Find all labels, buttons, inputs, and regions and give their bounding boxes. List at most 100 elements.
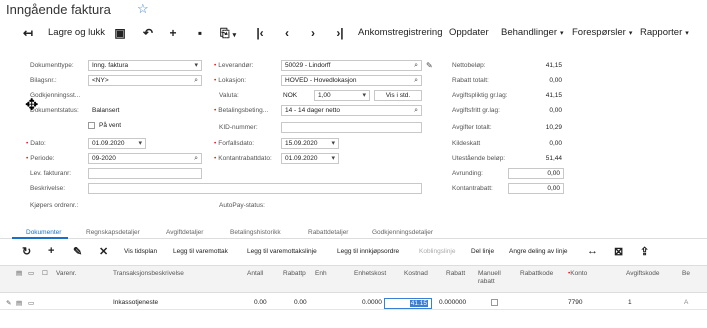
- undo-icon[interactable]: ↶: [140, 24, 156, 42]
- ref-number-input[interactable]: <NY> ⌕: [88, 75, 202, 86]
- move-cursor-icon: ✥: [25, 97, 39, 114]
- cash-disc-date-input[interactable]: 01.09.2020 ▾: [281, 153, 339, 164]
- col-account[interactable]: •Konto: [568, 270, 587, 278]
- row-edit-icon[interactable]: ✎: [6, 299, 11, 307]
- edit-row-icon[interactable]: ✎: [73, 245, 82, 258]
- show-schedule-button[interactable]: Vis tidsplan: [124, 248, 157, 255]
- split-line-button[interactable]: Del linje: [471, 248, 494, 255]
- due-date-input[interactable]: 15.09.2020 ▾: [281, 138, 339, 149]
- back-arrow-icon[interactable]: ↤: [20, 24, 36, 42]
- vendor-ref-input[interactable]: [88, 168, 202, 179]
- tax-total-value: 10,29: [545, 124, 562, 131]
- add-receipt-line-button[interactable]: Legg til varemottakslinje: [247, 248, 317, 255]
- row-files-icon[interactable]: ▤: [16, 299, 22, 307]
- save-icon[interactable]: ▣: [112, 24, 128, 42]
- col-manual-discount[interactable]: Manuell rabatt: [478, 270, 506, 286]
- copy-paste-icon[interactable]: ⎘ ▾: [220, 24, 236, 42]
- reports-menu[interactable]: Rapporter ▾: [640, 24, 689, 42]
- col-quantity[interactable]: Antall: [247, 270, 263, 278]
- save-close-button[interactable]: Lagre og lukk: [48, 24, 105, 42]
- first-record-icon[interactable]: |‹: [252, 24, 268, 42]
- vendor-ref-label: Lev. fakturanr:: [30, 170, 72, 177]
- period-label: • Periode:: [26, 155, 55, 162]
- kid-number-input[interactable]: [281, 122, 422, 133]
- tab-discount-details[interactable]: Rabattdetaljer: [308, 229, 348, 236]
- col-discount-pct[interactable]: Rabattp: [283, 270, 306, 278]
- on-hold-checkbox[interactable]: [88, 122, 95, 129]
- undo-split-button[interactable]: Angre deling av linje: [509, 248, 568, 255]
- upload-icon[interactable]: ⇪: [640, 245, 649, 258]
- previous-record-icon[interactable]: ‹: [279, 24, 295, 42]
- search-icon[interactable]: ⌕: [414, 61, 418, 70]
- tab-approval-details[interactable]: Godkjenningsdetaljer: [372, 229, 433, 236]
- cell-more[interactable]: A: [684, 299, 688, 306]
- tab-accounting-details[interactable]: Regnskapsdetaljer: [86, 229, 140, 236]
- update-button[interactable]: Oppdater: [449, 24, 489, 42]
- chevron-down-icon: ▾: [685, 30, 689, 37]
- col-description[interactable]: Transaksjonsbeskrivelse: [113, 270, 184, 278]
- link-line-button[interactable]: Koblingslinje: [419, 248, 456, 255]
- col-discount-amount[interactable]: Rabatt: [446, 270, 465, 278]
- exchange-rate-select[interactable]: 1,00 ▾: [314, 90, 370, 101]
- search-icon[interactable]: ⌕: [414, 106, 418, 115]
- cell-manual-discount-checkbox[interactable]: [491, 299, 498, 306]
- cash-discount-label: Kontantrabatt:: [452, 185, 493, 192]
- terms-input[interactable]: 14 - 14 dager netto ⌕: [281, 105, 422, 116]
- add-row-icon[interactable]: +: [48, 245, 54, 257]
- refresh-icon[interactable]: ↻: [22, 245, 31, 258]
- cash-discount-input[interactable]: 0,00: [508, 183, 564, 194]
- edit-pencil-icon[interactable]: ✎: [426, 61, 433, 70]
- buyer-order-label: Kjøpers ordrenr.:: [30, 202, 79, 209]
- col-uom[interactable]: Enh: [315, 270, 327, 278]
- cell-discount-amount[interactable]: 0.000000: [439, 299, 466, 306]
- taxable-value: 41,15: [545, 92, 562, 99]
- date-input[interactable]: 01.09.2020 ▾: [88, 138, 146, 149]
- files-column-icon: ▤: [16, 270, 23, 277]
- add-po-button[interactable]: Legg til innkjøpsordre: [337, 248, 399, 255]
- period-input[interactable]: 09-2020 ⌕: [88, 153, 202, 164]
- fit-columns-icon[interactable]: ↔: [587, 245, 598, 257]
- cell-account[interactable]: 7790: [568, 299, 582, 306]
- inquiries-menu[interactable]: Forespørsler ▾: [572, 24, 632, 42]
- delete-row-icon[interactable]: ✕: [99, 245, 108, 258]
- last-record-icon[interactable]: ›|: [332, 24, 348, 42]
- view-base-button[interactable]: Vis i std.: [374, 90, 422, 101]
- currency-label: Valuta:: [219, 92, 239, 99]
- receipt-register-button[interactable]: Ankomstregistrering: [358, 24, 442, 42]
- tab-payment-history[interactable]: Betalingshistorikk: [230, 229, 281, 236]
- doc-type-label: Dokumenttype:: [30, 62, 74, 69]
- col-cost[interactable]: Kostnad: [404, 270, 428, 278]
- cell-discount-pct[interactable]: 0.00: [294, 299, 307, 306]
- delete-icon[interactable]: ▪: [192, 24, 208, 42]
- row-notes-icon[interactable]: ▭: [28, 299, 34, 307]
- doc-type-select[interactable]: Inng. faktura ▾: [88, 60, 202, 71]
- actions-menu[interactable]: Behandlinger ▾: [501, 24, 564, 42]
- col-discount-code[interactable]: Rabattkode: [520, 270, 553, 278]
- search-icon[interactable]: ⌕: [194, 154, 198, 163]
- cell-cost-editor[interactable]: 41.15: [384, 298, 432, 309]
- col-tax-code[interactable]: Avgiftskode: [626, 270, 659, 278]
- add-receipt-button[interactable]: Legg til varemottak: [173, 248, 228, 255]
- favorite-star-icon[interactable]: ☆: [137, 1, 149, 17]
- next-record-icon[interactable]: ›: [305, 24, 321, 42]
- cell-description[interactable]: Inkassotjeneste: [113, 299, 158, 306]
- search-icon[interactable]: ⌕: [414, 76, 418, 85]
- cell-quantity[interactable]: 0.00: [254, 299, 267, 306]
- rounding-input[interactable]: 0,00: [508, 168, 564, 179]
- chevron-down-icon: ▾: [362, 92, 366, 99]
- col-more[interactable]: Be: [682, 270, 690, 278]
- col-unit-cost[interactable]: Enhetskost: [354, 270, 386, 278]
- description-input[interactable]: [88, 183, 422, 194]
- tab-documents[interactable]: Dokumenter: [26, 229, 61, 236]
- add-icon[interactable]: +: [165, 24, 181, 42]
- cell-tax-code[interactable]: 1: [628, 299, 632, 306]
- export-excel-icon[interactable]: ⊠: [614, 245, 623, 258]
- search-icon[interactable]: ⌕: [194, 76, 198, 85]
- col-inventory[interactable]: Varenr.: [56, 270, 76, 278]
- location-input[interactable]: HOVED - Hovedlokasjon ⌕: [281, 75, 422, 86]
- tab-tax-details[interactable]: Avgiftdetaljer: [166, 229, 203, 236]
- vendor-input[interactable]: 50029 - Lindorff ⌕: [281, 60, 422, 71]
- table-row[interactable]: ✎ ▤ ▭ Inkassotjeneste 0.00 0.00 0.0000 0…: [0, 296, 707, 310]
- cell-unit-cost[interactable]: 0.0000: [362, 299, 382, 306]
- main-toolbar: ↤ Lagre og lukk ▣ ↶ + ▪ ⎘ ▾ |‹ ‹ › ›| Ank…: [0, 24, 707, 44]
